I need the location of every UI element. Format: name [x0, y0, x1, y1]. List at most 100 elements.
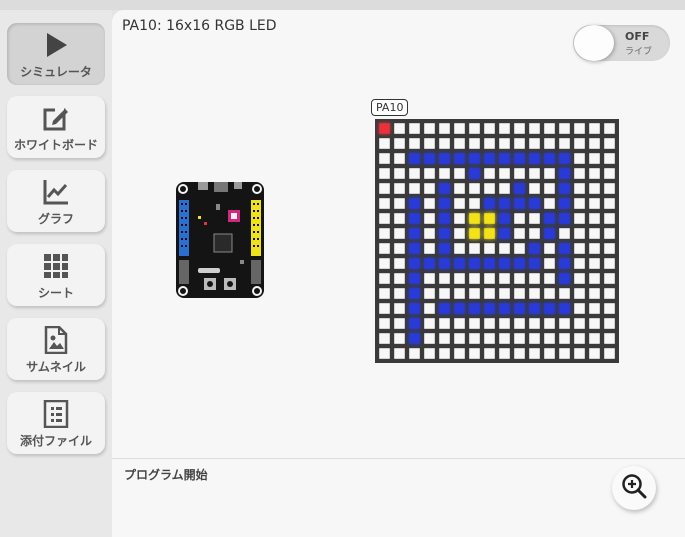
led-pixel-lit — [499, 198, 510, 209]
led-pixel — [424, 273, 435, 284]
led-pixel — [394, 213, 405, 224]
led-pixel — [469, 243, 480, 254]
led-pixel — [574, 198, 585, 209]
whiteboard-edit-icon — [42, 104, 70, 132]
led-pixel — [394, 303, 405, 314]
led-pixel — [604, 228, 615, 239]
led-pixel-lit — [499, 258, 510, 269]
led-pixel — [544, 273, 555, 284]
sidebar-item-thumbnail[interactable]: サムネイル — [7, 318, 105, 380]
led-pixel-lit — [469, 258, 480, 269]
led-pixel — [604, 198, 615, 209]
led-pixel-lit — [484, 213, 495, 224]
led-pixel — [394, 243, 405, 254]
led-pixel — [454, 228, 465, 239]
led-pixel — [424, 228, 435, 239]
led-pixel — [424, 168, 435, 179]
led-pixel-lit — [439, 213, 450, 224]
led-pixel — [409, 168, 420, 179]
led-pixel — [469, 198, 480, 209]
led-pixel — [559, 123, 570, 134]
led-pixel-lit — [439, 228, 450, 239]
led-pixel-lit — [559, 303, 570, 314]
led-pixel — [589, 183, 600, 194]
led-pixel — [379, 303, 390, 314]
led-pixel — [484, 348, 495, 359]
led-pixel — [424, 243, 435, 254]
sidebar-item-graph[interactable]: グラフ — [7, 170, 105, 232]
microcontroller-board-icon — [176, 182, 264, 302]
led-pixel — [589, 228, 600, 239]
led-pixel — [499, 138, 510, 149]
led-pixel — [544, 183, 555, 194]
led-pixel — [379, 168, 390, 179]
led-pixel — [439, 273, 450, 284]
led-pixel — [589, 288, 600, 299]
led-pixel — [544, 123, 555, 134]
led-pixel-lit — [409, 333, 420, 344]
led-pixel — [514, 213, 525, 224]
led-pixel — [529, 183, 540, 194]
led-pixel — [604, 213, 615, 224]
sidebar-item-whiteboard[interactable]: ホワイトボード — [7, 96, 105, 158]
led-pixel — [529, 318, 540, 329]
led-pixel — [514, 168, 525, 179]
led-pixel — [499, 123, 510, 134]
led-pixel — [574, 348, 585, 359]
led-pixel — [379, 258, 390, 269]
led-pixel-lit — [454, 258, 465, 269]
led-pixel — [379, 348, 390, 359]
live-toggle[interactable]: OFF ライブ — [573, 25, 670, 61]
led-pixel-lit — [559, 258, 570, 269]
led-pixel — [484, 138, 495, 149]
led-pixel — [544, 333, 555, 344]
status-divider — [112, 458, 685, 459]
led-pixel — [574, 213, 585, 224]
led-pixel — [499, 168, 510, 179]
led-pixel — [589, 333, 600, 344]
led-pixel — [604, 138, 615, 149]
led-pixel-lit — [484, 303, 495, 314]
led-pixel — [454, 318, 465, 329]
led-pixel — [454, 288, 465, 299]
led-pixel — [379, 228, 390, 239]
led-pixel — [394, 168, 405, 179]
led-pixel — [424, 213, 435, 224]
sidebar-item-simulator[interactable]: シミュレータ — [7, 23, 105, 85]
sidebar-item-label: 添付ファイル — [19, 434, 92, 448]
led-pixel — [394, 333, 405, 344]
led-pixel — [514, 138, 525, 149]
led-pixel — [424, 333, 435, 344]
led-pixel-lit — [544, 228, 555, 239]
led-pixel — [604, 318, 615, 329]
sidebar-item-attachments[interactable]: 添付ファイル — [7, 392, 105, 454]
led-pixel — [514, 273, 525, 284]
zoom-in-button[interactable] — [612, 466, 656, 510]
image-file-icon — [44, 326, 68, 354]
zoom-in-icon — [621, 473, 647, 503]
sidebar-item-label: ホワイトボード — [13, 138, 98, 152]
toggle-knob[interactable] — [574, 25, 614, 61]
led-matrix — [375, 119, 619, 367]
led-pixel — [484, 333, 495, 344]
led-pixel — [499, 273, 510, 284]
led-pixel — [454, 183, 465, 194]
led-pixel — [604, 303, 615, 314]
led-pixel — [469, 348, 480, 359]
led-pixel-lit — [409, 273, 420, 284]
led-pixel — [529, 123, 540, 134]
led-pixel — [604, 258, 615, 269]
led-pixel-lit — [529, 243, 540, 254]
led-pixel-lit — [559, 213, 570, 224]
sidebar-item-sheet[interactable]: シート — [7, 244, 105, 306]
led-pixel-lit — [514, 183, 525, 194]
led-pixel-lit — [439, 258, 450, 269]
led-pixel — [544, 138, 555, 149]
led-pixel-lit — [559, 273, 570, 284]
led-pixel — [589, 198, 600, 209]
led-pixel — [469, 333, 480, 344]
led-pixel — [499, 288, 510, 299]
led-pixel — [589, 273, 600, 284]
led-pixel — [544, 168, 555, 179]
sidebar-item-label: グラフ — [37, 212, 74, 226]
